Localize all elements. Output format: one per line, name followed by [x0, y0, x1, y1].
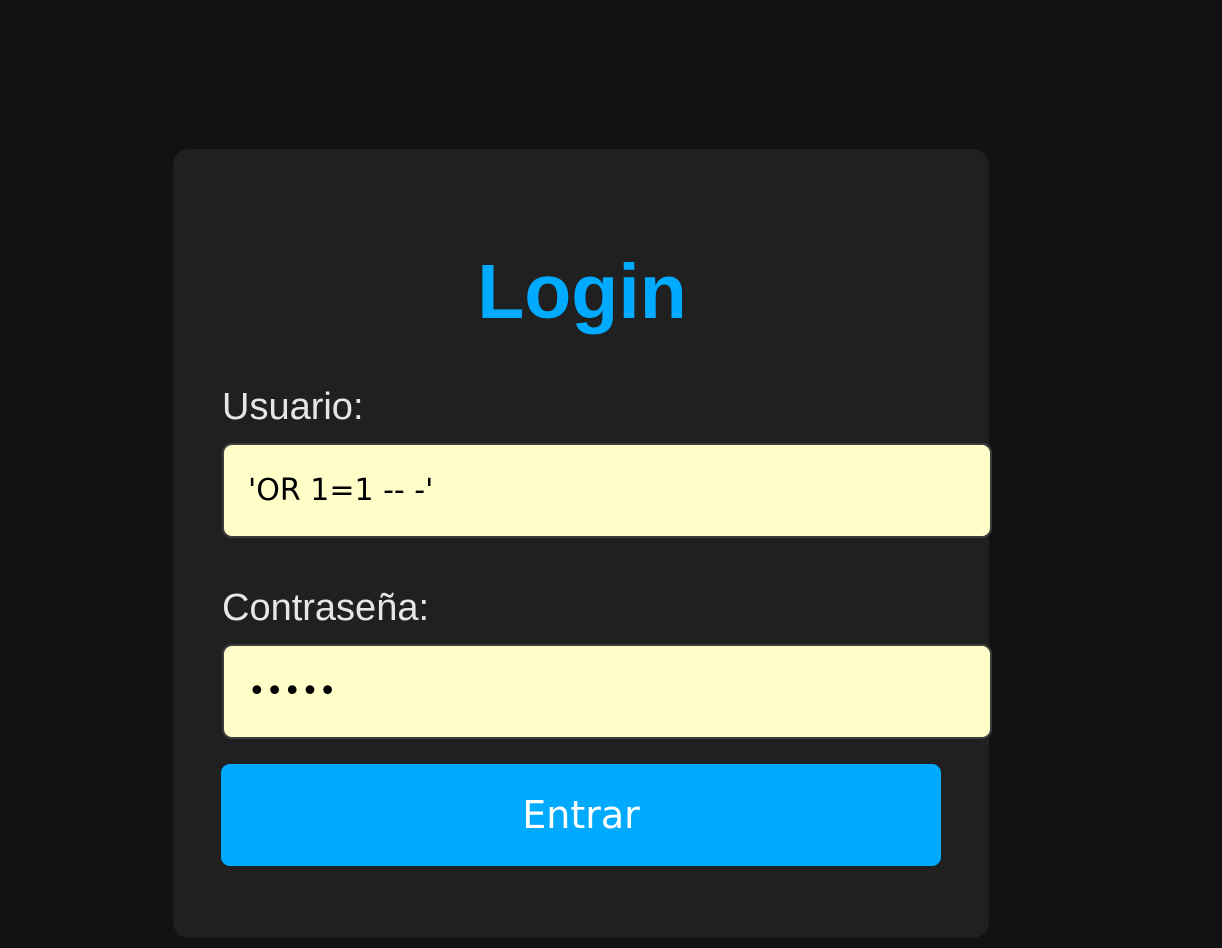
login-title: Login [477, 249, 687, 335]
password-input[interactable] [222, 644, 992, 739]
page: { "login": { "title": "Login", "username… [0, 0, 1222, 948]
username-input[interactable] [222, 443, 992, 538]
password-label: Contraseña: [222, 587, 430, 629]
submit-button[interactable]: Entrar [221, 764, 941, 866]
username-label: Usuario: [222, 386, 364, 428]
